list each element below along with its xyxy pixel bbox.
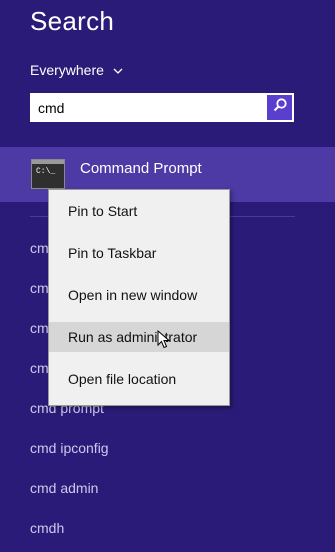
suggestion-item[interactable]: cmd admin xyxy=(30,480,98,496)
suggestion-item[interactable]: cmd ipconfig xyxy=(30,440,109,456)
context-menu: Pin to Start Pin to Taskbar Open in new … xyxy=(48,189,230,406)
suggestion-item[interactable]: cmdh xyxy=(30,520,64,536)
menu-item-run-as-administrator[interactable]: Run as administrator xyxy=(49,322,229,352)
result-label: Command Prompt xyxy=(80,160,202,177)
command-prompt-icon: C:\_ xyxy=(31,159,65,189)
search-input[interactable] xyxy=(30,93,264,122)
search-icon xyxy=(272,97,288,118)
scope-label: Everywhere xyxy=(30,62,104,78)
menu-item-pin-to-taskbar[interactable]: Pin to Taskbar xyxy=(49,238,229,268)
command-prompt-icon-text: C:\_ xyxy=(36,167,56,176)
chevron-down-icon xyxy=(112,64,124,76)
menu-item-pin-to-start[interactable]: Pin to Start xyxy=(49,196,229,226)
menu-item-open-in-new-window[interactable]: Open in new window xyxy=(49,280,229,310)
scope-dropdown[interactable]: Everywhere xyxy=(30,61,124,79)
search-box xyxy=(30,93,294,122)
search-title: Search xyxy=(30,6,115,36)
mouse-pointer-icon xyxy=(157,329,171,350)
search-button[interactable] xyxy=(267,95,292,120)
menu-item-open-file-location[interactable]: Open file location xyxy=(49,364,229,394)
